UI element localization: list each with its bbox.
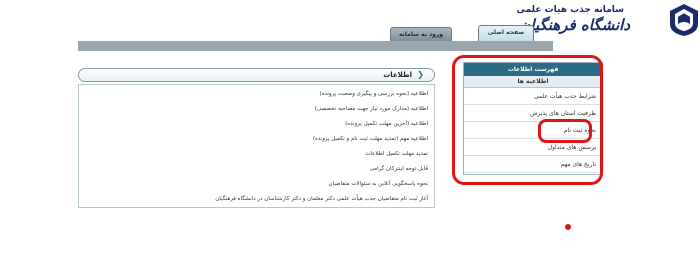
announcement-link[interactable]: اطلاعیه (مدارک مورد نیاز جهت مصاحبه تخصص…	[79, 102, 434, 117]
announcement-link[interactable]: تمدید مهلت تکمیل اطلاعات	[79, 147, 434, 162]
annotation-dot	[565, 224, 571, 230]
announcement-link[interactable]: قابل توجه اینترکان گرامی	[79, 162, 434, 177]
tab-home[interactable]: صفحه اصلی	[478, 25, 534, 41]
announcement-link[interactable]: اطلاعیه مهم (تمدید مهلت ثبت نام و تکمیل …	[79, 132, 434, 147]
university-emblem-icon	[670, 4, 698, 36]
highlight-annotation-registration	[538, 119, 592, 143]
tab-login[interactable]: ورود به سامانه	[390, 27, 452, 41]
announcement-link[interactable]: اطلاعیه (نحوه بررسی و پیگیری وضعیت پروند…	[79, 87, 434, 102]
tab-bar	[78, 41, 553, 51]
announcements-title: اطلاعات	[383, 71, 412, 79]
announcements-panel: ❮ اطلاعات اطلاعیه (نحوه بررسی و پیگیری و…	[78, 68, 435, 208]
system-title: سامانه جذب هیات علمی	[516, 5, 624, 15]
announcement-link[interactable]: نحوه پاسخگویی آنلاین به سئوالات متقاضیان	[79, 177, 434, 192]
university-name: دانشگاه فرهنگیان	[519, 16, 630, 34]
announcement-link[interactable]: اطلاعیه (آخرین مهلت تکمیل پرونده)	[79, 117, 434, 132]
announcement-link[interactable]: آغاز ثبت نام متقاضیان جذب هیأت علمی دکتر…	[79, 192, 434, 207]
announcements-header[interactable]: ❮ اطلاعات	[78, 68, 435, 82]
chevron-left-icon: ❮	[417, 70, 424, 79]
announcements-list: اطلاعیه (نحوه بررسی و پیگیری وضعیت پروند…	[78, 84, 435, 208]
university-logo[interactable]: سامانه جذب هیات علمی دانشگاه فرهنگیان	[517, 2, 660, 42]
